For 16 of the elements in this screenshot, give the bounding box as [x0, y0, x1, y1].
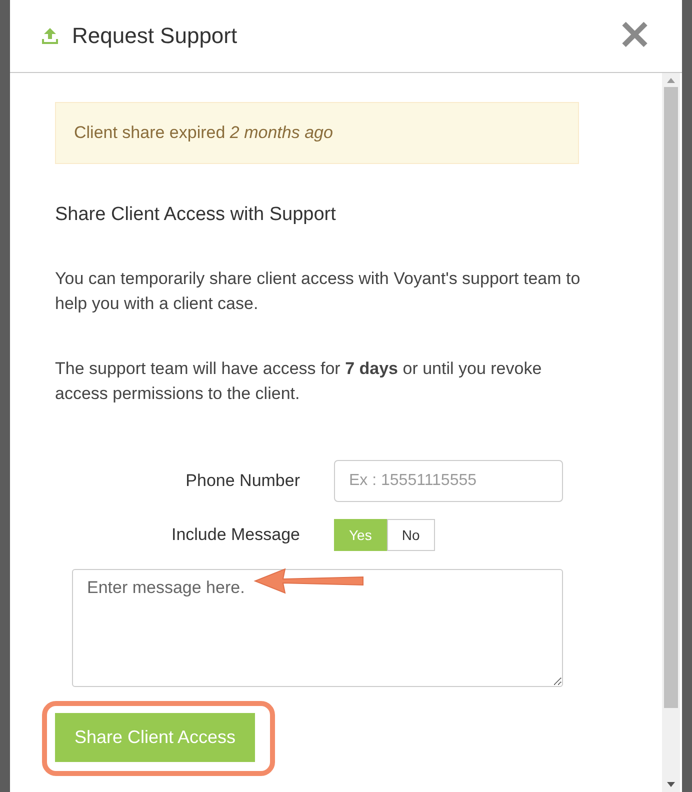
share-button[interactable]: Share Client Access: [55, 713, 255, 762]
dialog-title: Request Support: [72, 23, 238, 49]
paragraph: The support team will have access for 7 days or until you revoke access permissions to the client.: [55, 358, 543, 405]
toggle-option[interactable]: No: [386, 519, 435, 551]
paragraph: You can temporarily share client access with Voyant's support team to help you with a client case.: [55, 268, 582, 315]
scroll-thumb[interactable]: [664, 87, 678, 708]
close-button[interactable]: ✕: [618, 16, 652, 56]
phone-field[interactable]: Ex : 15551115555: [334, 460, 563, 502]
expiry-notice: Client share expired 2 months ago: [55, 102, 579, 164]
upload-icon: [40, 27, 60, 45]
message-field[interactable]: Enter message here.: [72, 569, 563, 687]
section-title: Share Client Access with Support: [55, 204, 337, 226]
scrollbar[interactable]: [662, 73, 680, 792]
field-label: Phone Number: [184, 471, 300, 491]
field-label: Include Message: [170, 525, 300, 545]
toggle-option[interactable]: Yes: [334, 519, 387, 551]
